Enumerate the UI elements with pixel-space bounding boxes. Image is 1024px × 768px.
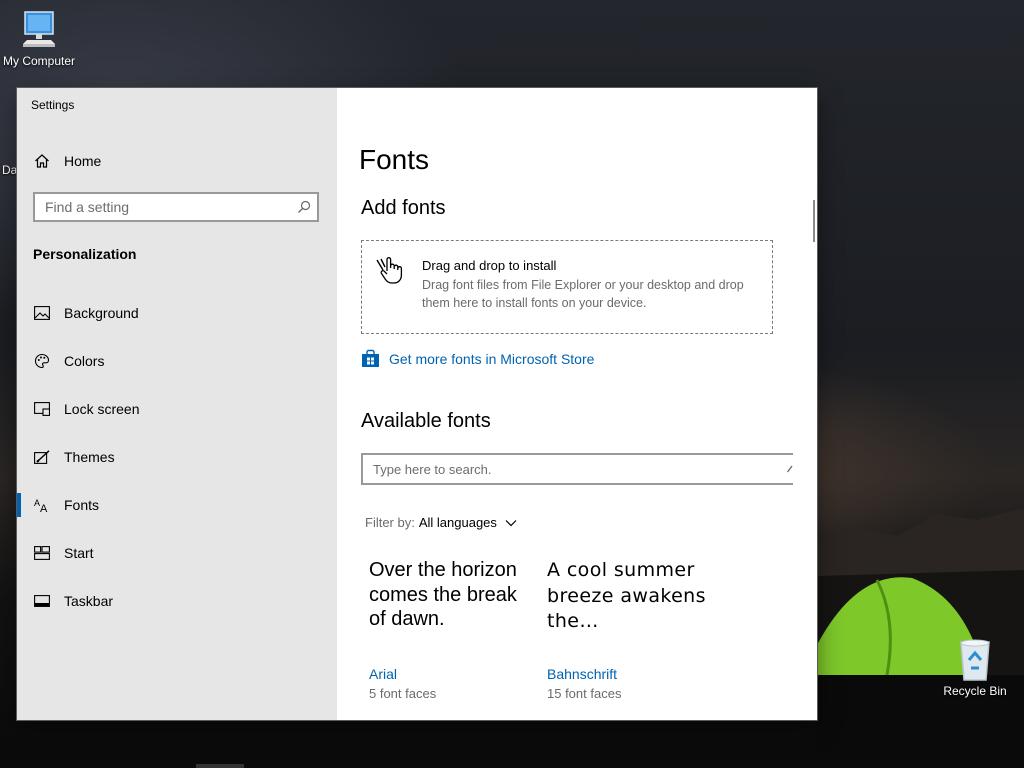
my-computer-label: My Computer: [2, 54, 76, 68]
sidebar-item-fonts[interactable]: AA Fonts: [17, 485, 337, 525]
hand-pointer-icon: [374, 255, 408, 290]
recycle-bin-icon: [960, 639, 990, 681]
font-sample-text: A cool summer breeze awakens the…: [547, 559, 706, 632]
sidebar-item-label: Colors: [64, 353, 105, 369]
settings-window: Settings Home Personalization Background: [17, 88, 817, 720]
font-card-bahnschrift[interactable]: A cool summer breeze awakens the… Bahnsc…: [547, 558, 717, 701]
recycle-bin-label: Recycle Bin: [943, 684, 1007, 698]
window-title: Settings: [31, 98, 75, 112]
drop-zone-description: Drag font files from File Explorer or yo…: [422, 278, 744, 310]
font-search-input[interactable]: [363, 455, 773, 483]
home-icon: [33, 152, 51, 170]
add-fonts-heading: Add fonts: [361, 197, 446, 219]
font-name: Arial: [369, 666, 398, 682]
drag-drop-zone[interactable]: Drag and drop to install Drag font files…: [361, 240, 773, 334]
main-content: Fonts Add fonts Drag and drop to install…: [337, 88, 817, 720]
desktop-partial-label: Da: [2, 163, 18, 177]
filter-value: All languages: [418, 515, 497, 530]
sidebar-item-colors[interactable]: Colors: [17, 341, 337, 381]
font-search[interactable]: [361, 453, 793, 485]
font-faces-count: 5 font faces: [369, 686, 437, 701]
sidebar-item-background[interactable]: Background: [17, 293, 337, 333]
store-bag-icon: [362, 349, 379, 367]
sidebar-item-label: Taskbar: [64, 593, 114, 609]
sidebar-item-label: Background: [64, 305, 139, 321]
picture-icon: [33, 304, 51, 322]
themes-icon: [33, 448, 51, 466]
taskbar-icon: [33, 592, 51, 610]
filter-label: Filter by:: [365, 515, 415, 530]
chevron-down-icon: [505, 519, 517, 526]
sidebar-item-label: Lock screen: [64, 401, 140, 417]
font-name: Bahnschrift: [547, 666, 618, 682]
landscape-tent-decoration: [817, 508, 1024, 768]
find-setting-input[interactable]: [35, 194, 285, 220]
find-setting-search[interactable]: [33, 192, 319, 222]
fonts-icon: AA: [33, 496, 51, 514]
lock-screen-icon: [33, 400, 51, 418]
sidebar-item-start[interactable]: Start: [17, 533, 337, 573]
svg-text:A: A: [40, 503, 48, 513]
sidebar-item-label: Themes: [64, 449, 115, 465]
search-icon: [786, 463, 793, 482]
sidebar-item-label: Start: [64, 545, 94, 561]
font-sample-text: Over the horizon comes the break of dawn…: [369, 559, 517, 630]
search-icon: [297, 200, 311, 219]
sidebar: Settings Home Personalization Background: [17, 88, 337, 720]
desktop-icon-recycle-bin[interactable]: Recycle Bin: [933, 638, 1017, 698]
store-link-label: Get more fonts in Microsoft Store: [389, 350, 595, 367]
desktop-icon-my-computer[interactable]: My Computer: [0, 10, 81, 68]
page-title: Fonts: [359, 144, 430, 175]
available-fonts-heading: Available fonts: [361, 410, 491, 432]
sidebar-item-lock-screen[interactable]: Lock screen: [17, 389, 337, 429]
section-title: Personalization: [33, 246, 137, 262]
font-card-arial[interactable]: Over the horizon comes the break of dawn…: [369, 558, 539, 701]
taskbar-strip: [196, 764, 244, 768]
palette-icon: [33, 352, 51, 370]
microsoft-store-link[interactable]: Get more fonts in Microsoft Store: [361, 349, 594, 368]
language-filter[interactable]: Filter by: All languages: [365, 515, 517, 530]
start-icon: [33, 544, 51, 562]
sidebar-item-home[interactable]: Home: [17, 141, 337, 181]
scrollbar-thumb[interactable]: [813, 200, 815, 242]
font-faces-count: 15 font faces: [547, 686, 622, 701]
drop-zone-title: Drag and drop to install: [422, 258, 557, 273]
sidebar-item-themes[interactable]: Themes: [17, 437, 337, 477]
sidebar-item-label: Fonts: [64, 497, 100, 513]
sidebar-item-taskbar[interactable]: Taskbar: [17, 581, 337, 621]
sidebar-item-label: Home: [64, 153, 102, 169]
computer-icon: [23, 11, 55, 47]
